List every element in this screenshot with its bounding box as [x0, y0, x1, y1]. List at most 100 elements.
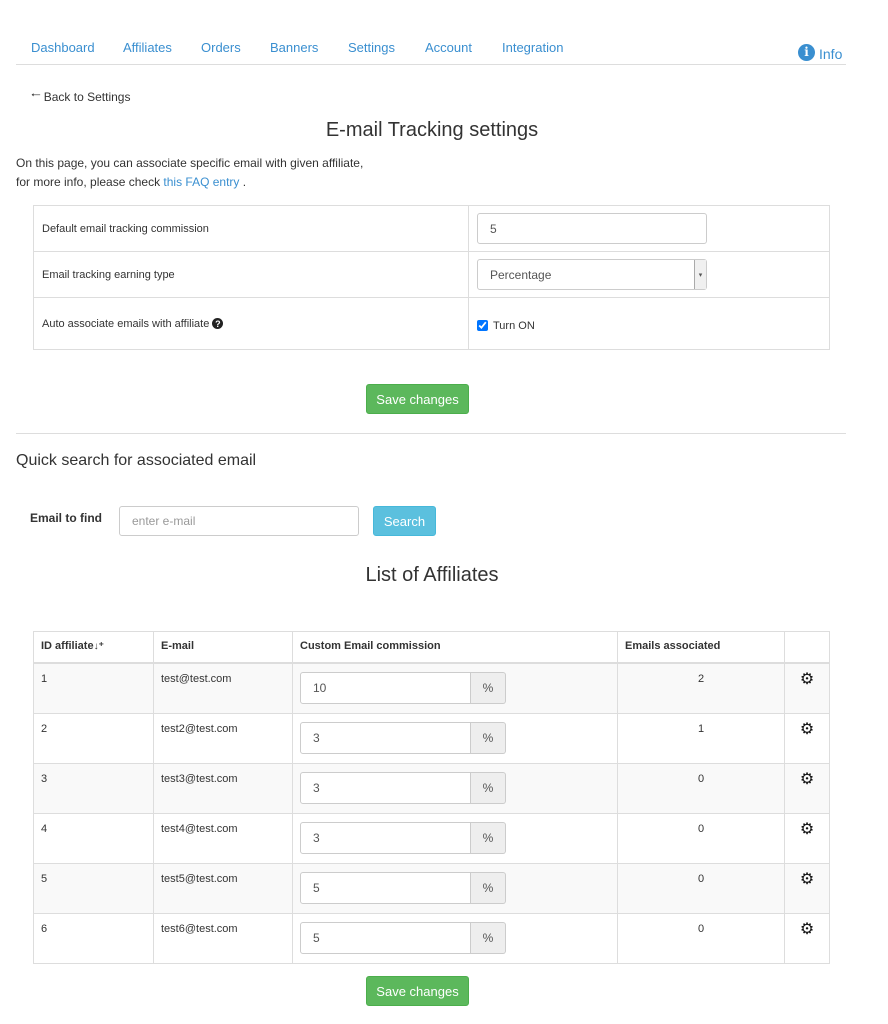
- default-commission-input[interactable]: 5: [477, 213, 707, 244]
- table-row: 3 test3@test.com 3% 0 ⚙: [33, 762, 830, 814]
- gear-icon[interactable]: ⚙: [800, 871, 814, 888]
- cell-associated: 0: [617, 862, 785, 914]
- cell-id: 2: [33, 712, 154, 764]
- intro-suffix: .: [239, 175, 247, 189]
- nav-orders[interactable]: Orders: [201, 40, 241, 55]
- nav-banners[interactable]: Banners: [270, 40, 318, 55]
- col-commission: Custom Email commission: [292, 631, 618, 664]
- cell-email: test5@test.com: [153, 862, 293, 914]
- cell-id: 5: [33, 862, 154, 914]
- back-link[interactable]: 🠀 Back to Settings: [31, 86, 130, 107]
- commission-input[interactable]: 10: [300, 671, 471, 704]
- auto-associate-checkbox[interactable]: [477, 320, 488, 331]
- col-id[interactable]: ID affiliate↓⁺: [33, 631, 154, 664]
- gear-icon[interactable]: ⚙: [800, 671, 814, 688]
- cell-associated: 0: [617, 762, 785, 814]
- table-row: 4 test4@test.com 3% 0 ⚙: [33, 812, 830, 864]
- cell-id: 3: [33, 762, 154, 814]
- commission-input[interactable]: 3: [300, 821, 471, 854]
- cell-email: test@test.com: [153, 662, 293, 714]
- commission-input[interactable]: 5: [300, 921, 471, 954]
- gear-icon[interactable]: ⚙: [800, 821, 814, 838]
- earning-type-select[interactable]: Percentage ▾: [477, 259, 707, 290]
- cell-associated: 0: [617, 812, 785, 864]
- commission-input[interactable]: 3: [300, 771, 471, 804]
- help-icon[interactable]: ?: [212, 318, 224, 329]
- nav-account[interactable]: Account: [425, 40, 472, 55]
- cell-commission: 3%: [292, 712, 618, 764]
- cell-associated: 1: [617, 712, 785, 764]
- percent-addon: %: [471, 771, 506, 804]
- commission-input[interactable]: 3: [300, 721, 471, 754]
- arrow-left-icon: 🠀: [31, 88, 41, 102]
- earning-type-label: Email tracking earning type: [33, 251, 469, 298]
- cell-commission: 3%: [292, 812, 618, 864]
- list-title: List of Affiliates: [365, 564, 499, 586]
- cell-commission: 3%: [292, 762, 618, 814]
- percent-addon: %: [471, 671, 506, 704]
- cell-actions: ⚙: [784, 862, 830, 914]
- col-id-label: ID affiliate: [41, 640, 94, 652]
- earning-type-value: Percentage: [490, 267, 552, 282]
- cell-associated: 0: [617, 912, 785, 964]
- select-arrows-icon: ▾: [694, 260, 706, 289]
- commission-label: Default email tracking commission: [33, 205, 469, 252]
- cell-commission: 10%: [292, 662, 618, 714]
- affiliates-table: ID affiliate↓⁺ E-mail Custom Email commi…: [33, 631, 830, 964]
- auto-associate-label: Auto associate emails with affiliate: [42, 317, 210, 330]
- back-label: Back to Settings: [43, 89, 131, 104]
- cell-actions: ⚙: [784, 662, 830, 714]
- nav-settings[interactable]: Settings: [348, 40, 395, 55]
- sort-icon[interactable]: ↓⁺: [94, 641, 104, 652]
- faq-link[interactable]: this FAQ entry: [163, 175, 239, 189]
- cell-id: 1: [33, 662, 154, 714]
- cell-email: test6@test.com: [153, 912, 293, 964]
- cell-id: 6: [33, 912, 154, 964]
- table-row: 1 test@test.com 10% 2 ⚙: [33, 662, 830, 714]
- cell-commission: 5%: [292, 862, 618, 914]
- percent-addon: %: [471, 821, 506, 854]
- gear-icon[interactable]: ⚙: [800, 771, 814, 788]
- percent-addon: %: [471, 871, 506, 904]
- search-heading: Quick search for associated email: [16, 452, 257, 469]
- search-button[interactable]: Search: [373, 506, 436, 536]
- cell-actions: ⚙: [784, 762, 830, 814]
- intro-text: On this page, you can associate specific…: [16, 154, 363, 192]
- percent-addon: %: [471, 721, 506, 754]
- save-affiliates-button[interactable]: Save changes: [366, 976, 469, 1006]
- turn-on-label: Turn ON: [493, 319, 535, 332]
- info-label: Info: [819, 46, 843, 62]
- cell-id: 4: [33, 812, 154, 864]
- gear-icon[interactable]: ⚙: [800, 721, 814, 738]
- settings-table: Default email tracking commission 5 Emai…: [33, 205, 830, 350]
- gear-icon[interactable]: ⚙: [800, 921, 814, 938]
- page-title: E-mail Tracking settings: [325, 119, 539, 141]
- info-link[interactable]: i Info: [798, 42, 842, 62]
- cell-commission: 5%: [292, 912, 618, 964]
- info-icon: i: [798, 43, 815, 61]
- save-settings-button[interactable]: Save changes: [366, 384, 469, 414]
- email-search-input[interactable]: enter e-mail: [119, 506, 359, 536]
- table-row: 6 test6@test.com 5% 0 ⚙: [33, 912, 830, 964]
- nav-affiliates[interactable]: Affiliates: [123, 40, 172, 55]
- divider: [16, 433, 846, 434]
- cell-email: test2@test.com: [153, 712, 293, 764]
- commission-input[interactable]: 5: [300, 871, 471, 904]
- percent-addon: %: [471, 921, 506, 954]
- cell-email: test4@test.com: [153, 812, 293, 864]
- cell-actions: ⚙: [784, 812, 830, 864]
- col-associated: Emails associated: [617, 631, 785, 664]
- intro-line2: for more info, please check: [16, 175, 164, 189]
- email-find-label: Email to find: [30, 511, 102, 525]
- cell-actions: ⚙: [784, 912, 830, 964]
- cell-actions: ⚙: [784, 712, 830, 764]
- table-row: 2 test2@test.com 3% 1 ⚙: [33, 712, 830, 764]
- nav-dashboard[interactable]: Dashboard: [31, 40, 95, 55]
- col-email: E-mail: [153, 631, 293, 664]
- cell-email: test3@test.com: [153, 762, 293, 814]
- nav-integration[interactable]: Integration: [502, 40, 563, 55]
- col-actions: [784, 631, 830, 664]
- cell-associated: 2: [617, 662, 785, 714]
- auto-associate-toggle[interactable]: Turn ON: [477, 320, 821, 332]
- intro-line1: On this page, you can associate specific…: [16, 156, 364, 170]
